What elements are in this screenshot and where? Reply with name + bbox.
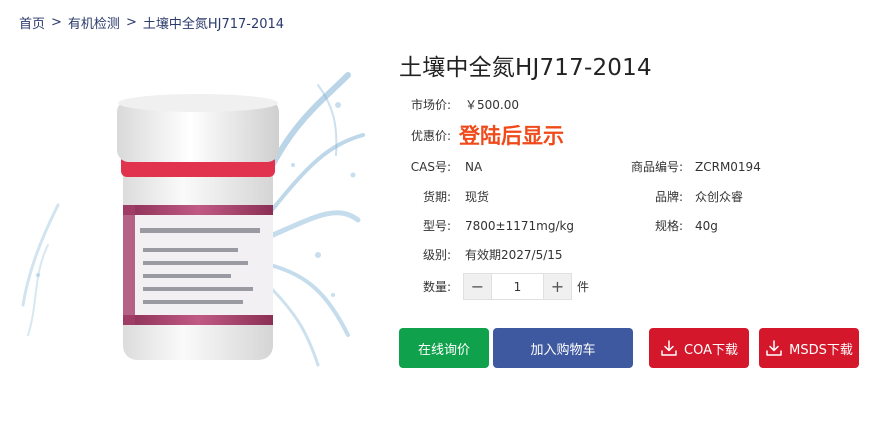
promo-price-value: 登陆后显示 bbox=[459, 124, 564, 148]
add-to-cart-label: 加入购物车 bbox=[530, 342, 596, 358]
market-price-label: 市场价: bbox=[410, 98, 451, 112]
grade-value: 有效期2027/5/15 bbox=[465, 248, 563, 262]
breadcrumb-separator: > bbox=[51, 15, 62, 30]
market-price-value: ￥500.00 bbox=[465, 98, 519, 112]
market-price-row: 市场价: ￥500.00 bbox=[399, 96, 519, 113]
brand-value: 众创众睿 bbox=[695, 190, 744, 204]
quantity-row: 数量: − + 件 bbox=[399, 273, 589, 300]
stock-label: 货期: bbox=[422, 190, 451, 204]
model-label: 型号: bbox=[422, 219, 451, 233]
breadcrumb-home[interactable]: 首页 bbox=[19, 13, 45, 32]
grade-label: 级别: bbox=[422, 248, 451, 262]
code-value: ZCRM0194 bbox=[695, 159, 761, 174]
download-icon bbox=[661, 340, 677, 356]
breadcrumb: 首页 > 有机检测 > 土壤中全氮HJ717-2014 bbox=[19, 13, 284, 32]
cas-label: CAS号: bbox=[410, 160, 451, 174]
add-to-cart-button[interactable]: 加入购物车 bbox=[493, 328, 633, 368]
code-row: 商品编号: ZCRM0194 bbox=[625, 158, 761, 175]
quantity-unit: 件 bbox=[577, 280, 590, 294]
quantity-stepper: − + bbox=[463, 273, 572, 300]
spec-label: 规格: bbox=[654, 219, 683, 233]
quantity-input[interactable] bbox=[492, 273, 543, 300]
msds-download-button[interactable]: MSDS下载 bbox=[759, 328, 859, 368]
code-label: 商品编号: bbox=[630, 160, 683, 174]
stock-row: 货期: 现货 bbox=[399, 188, 489, 205]
promo-price-label: 优惠价: bbox=[410, 128, 451, 143]
cas-row: CAS号: NA bbox=[399, 158, 482, 175]
inquire-button[interactable]: 在线询价 bbox=[399, 328, 489, 368]
quantity-increase-button[interactable]: + bbox=[543, 273, 572, 300]
brand-label: 品牌: bbox=[654, 190, 683, 204]
promo-price-row: 优惠价: 登陆后显示 bbox=[399, 120, 564, 150]
download-icon bbox=[766, 340, 782, 356]
product-title: 土壤中全氮HJ717-2014 bbox=[399, 55, 652, 81]
breadcrumb-separator: > bbox=[125, 15, 137, 30]
msds-download-label: MSDS下载 bbox=[789, 342, 853, 358]
stock-value: 现货 bbox=[465, 190, 490, 204]
spec-value: 40g bbox=[695, 218, 718, 233]
brand-row: 品牌: 众创众睿 bbox=[625, 188, 743, 205]
model-value: 7800±1171mg/kg bbox=[465, 218, 575, 233]
breadcrumb-category[interactable]: 有机检测 bbox=[68, 13, 120, 32]
quantity-decrease-button[interactable]: − bbox=[463, 273, 492, 300]
coa-download-button[interactable]: COA下载 bbox=[649, 328, 749, 368]
coa-download-label: COA下载 bbox=[684, 342, 738, 358]
breadcrumb-current[interactable]: 土壤中全氮HJ717-2014 bbox=[143, 13, 284, 32]
model-row: 型号: 7800±1171mg/kg bbox=[399, 217, 574, 234]
quantity-label: 数量: bbox=[422, 280, 451, 294]
inquire-button-label: 在线询价 bbox=[417, 342, 470, 358]
product-image bbox=[18, 45, 370, 375]
grade-row: 级别: 有效期2027/5/15 bbox=[399, 246, 563, 263]
cas-value: NA bbox=[465, 159, 483, 174]
spec-row: 规格: 40g bbox=[625, 217, 718, 234]
